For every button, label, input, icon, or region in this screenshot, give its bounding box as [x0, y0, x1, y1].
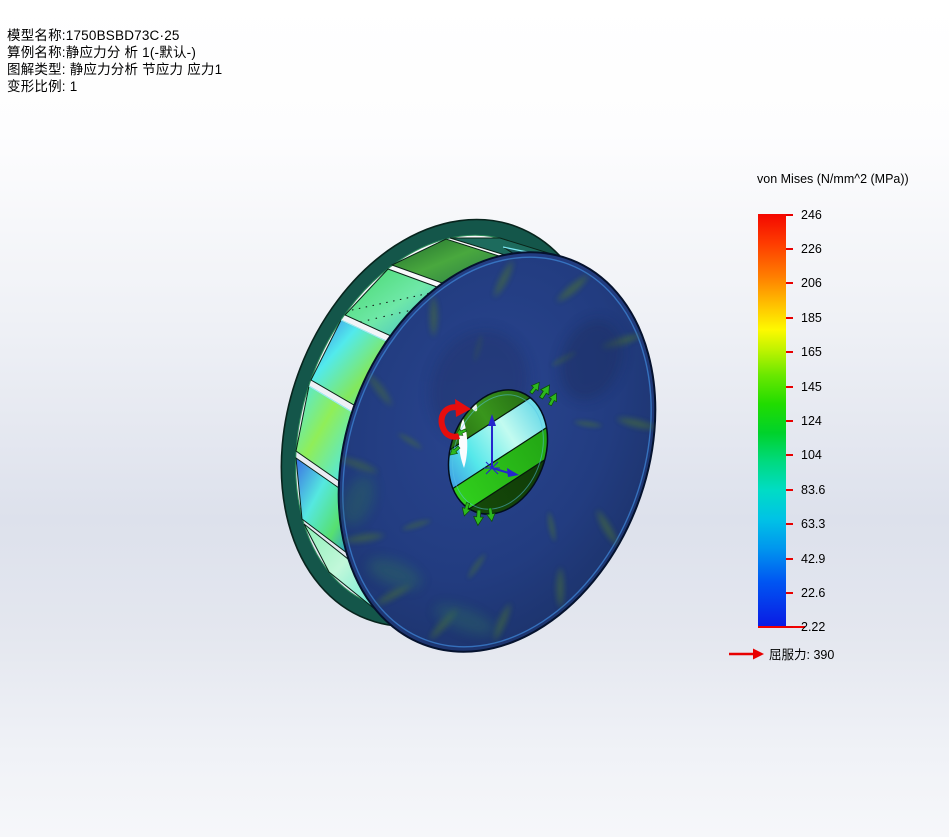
- tick-label: 22.6: [801, 586, 825, 600]
- tick-label: 145: [801, 380, 822, 394]
- stress-legend: von Mises (N/mm^2 (MPa)) 246 226 206 185…: [727, 170, 949, 710]
- legend-tick: 246: [786, 207, 822, 223]
- tick-label: 124: [801, 414, 822, 428]
- tick-mark: [786, 454, 793, 456]
- tick-label: 185: [801, 311, 822, 325]
- legend-tick: 104: [786, 447, 822, 463]
- tick-label: 165: [801, 345, 822, 359]
- legend-colorbar: [758, 214, 786, 627]
- legend-tick: 124: [786, 413, 822, 429]
- tick-mark: [786, 214, 793, 216]
- solidworks-graphics-viewport[interactable]: 模型名称:1750BSBD73C·25 算例名称:静应力分 析 1(-默认-) …: [0, 0, 949, 837]
- tick-label: 226: [801, 242, 822, 256]
- yield-strength-row: 屈服力: 390: [728, 644, 834, 663]
- tick-mark: [786, 489, 793, 491]
- tick-mark: [786, 248, 793, 250]
- tick-mark: [786, 626, 793, 628]
- tick-label: 2.22: [801, 620, 825, 634]
- legend-tick: 22.6: [786, 585, 825, 601]
- tick-mark: [786, 351, 793, 353]
- tick-label: 83.6: [801, 483, 825, 497]
- legend-tick: 83.6: [786, 482, 825, 498]
- yield-arrow-icon: [728, 647, 765, 661]
- legend-tick: 165: [786, 344, 822, 360]
- tick-mark: [786, 558, 793, 560]
- tick-mark: [786, 592, 793, 594]
- legend-tick: 42.9: [786, 551, 825, 567]
- tick-label: 63.3: [801, 517, 825, 531]
- legend-tick: 185: [786, 310, 822, 326]
- legend-title: von Mises (N/mm^2 (MPa)): [757, 172, 909, 186]
- tick-label: 246: [801, 208, 822, 222]
- yield-strength-label: 屈服力: 390: [769, 644, 834, 663]
- tick-mark: [786, 523, 793, 525]
- legend-tick: 226: [786, 241, 822, 257]
- tick-mark: [786, 420, 793, 422]
- tick-mark: [786, 317, 793, 319]
- legend-tick: 145: [786, 379, 822, 395]
- legend-tick: 206: [786, 275, 822, 291]
- tick-label: 42.9: [801, 552, 825, 566]
- tick-label: 206: [801, 276, 822, 290]
- tick-label: 104: [801, 448, 822, 462]
- tick-mark: [786, 386, 793, 388]
- tick-mark: [786, 282, 793, 284]
- legend-tick: 2.22: [786, 619, 825, 635]
- legend-tick: 63.3: [786, 516, 825, 532]
